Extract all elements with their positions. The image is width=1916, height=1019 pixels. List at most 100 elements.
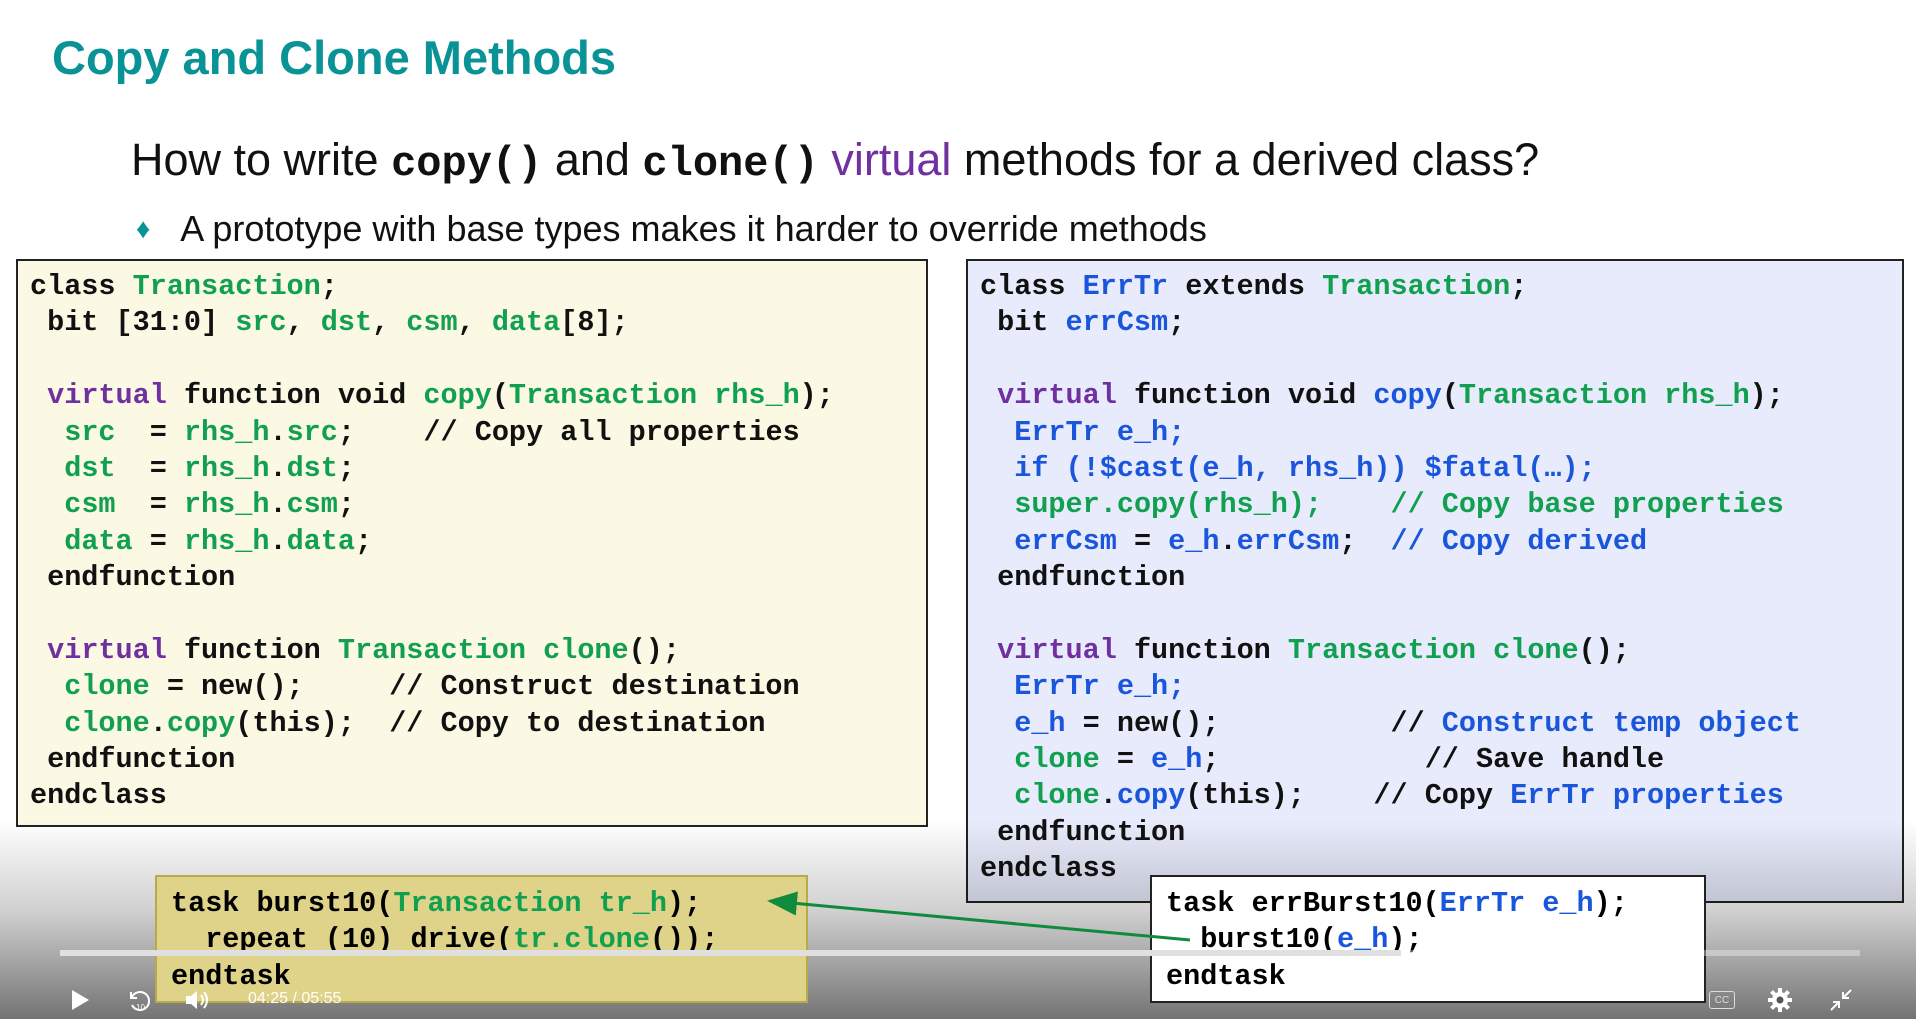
code-token: ErrTr e_h; xyxy=(1014,670,1186,704)
code-token: data xyxy=(286,524,355,558)
code-token: Transaction rhs_h xyxy=(1458,379,1750,413)
code-token: dst xyxy=(320,306,373,340)
collapse-icon xyxy=(1830,989,1852,1011)
code-token: src xyxy=(64,415,116,449)
question-virtual-keyword: virtual xyxy=(831,134,952,185)
transaction-class-code-box: class Transaction; bit [31:0] src, dst, … xyxy=(16,259,928,827)
code-line: errCsm = e_h.errCsm; // Copy derived xyxy=(980,524,1890,560)
code-token: endclass xyxy=(30,779,167,813)
current-time: 04:25 xyxy=(248,990,289,1007)
code-token: ; xyxy=(320,270,338,303)
code-token: function void xyxy=(1116,379,1374,413)
video-progress-bar[interactable] xyxy=(60,950,1860,956)
code-token: ; xyxy=(1510,270,1528,303)
code-token: Transaction tr_h xyxy=(393,887,667,920)
code-token: ; xyxy=(1339,524,1391,558)
code-token: errCsm xyxy=(1236,524,1340,558)
code-token: (); xyxy=(1578,633,1630,667)
code-token: ; xyxy=(1168,306,1186,340)
cc-icon: CC xyxy=(1714,995,1730,1006)
question-text-4: methods for a derived class? xyxy=(951,134,1540,185)
play-button[interactable] xyxy=(66,985,94,1015)
code-token: function void xyxy=(166,379,424,413)
time-separator: / xyxy=(292,990,297,1007)
code-token: ); xyxy=(1749,379,1784,413)
code-token: class xyxy=(980,270,1083,303)
closed-captions-button[interactable]: CC xyxy=(1709,991,1735,1009)
settings-button[interactable] xyxy=(1765,985,1795,1015)
code-line: endclass xyxy=(30,778,914,814)
code-token: . xyxy=(149,706,167,740)
duration: 05:55 xyxy=(301,990,342,1007)
volume-button[interactable] xyxy=(182,985,214,1015)
code-token: rhs_h xyxy=(183,524,270,558)
code-line: clone.copy(this); // Copy to destination xyxy=(30,706,914,742)
code-token: copy xyxy=(166,706,236,740)
code-token: . xyxy=(269,451,287,485)
bullet-point: ♦ A prototype with base types makes it ha… xyxy=(136,208,1207,250)
code-line: endtask xyxy=(1166,959,1690,995)
code-token: rhs_h xyxy=(183,488,270,522)
code-token: endtask xyxy=(1166,959,1286,993)
code-token: = xyxy=(1116,524,1169,558)
code-token: super.copy(rhs_h); xyxy=(1014,488,1323,522)
bullet-text: A prototype with base types makes it har… xyxy=(180,208,1207,249)
diamond-bullet-icon: ♦ xyxy=(136,213,151,244)
code-token: . xyxy=(1099,779,1117,813)
code-token: = xyxy=(115,415,184,449)
code-token: ); xyxy=(1593,887,1628,920)
burst10-task-code-box: task burst10(Transaction tr_h); repeat (… xyxy=(155,875,808,1003)
code-token: csm xyxy=(286,488,338,522)
exit-fullscreen-button[interactable] xyxy=(1826,985,1856,1015)
code-token: = new(); // xyxy=(1065,706,1442,740)
code-token: ); xyxy=(799,379,834,413)
rewind-10-button[interactable]: 10 xyxy=(124,985,154,1015)
code-token: ErrTr e_h xyxy=(1439,887,1594,920)
code-token: ; // Save handle xyxy=(1202,743,1665,777)
code-token: src xyxy=(286,415,338,449)
code-token: clone xyxy=(543,633,629,667)
errburst10-task-code-box: task errBurst10(ErrTr e_h); burst10(e_h)… xyxy=(1150,875,1706,1003)
code-token: e_h xyxy=(1168,524,1220,558)
code-token: ErrTr e_h; xyxy=(1014,415,1186,449)
svg-text:10: 10 xyxy=(136,1003,145,1012)
code-line: virtual function Transaction clone(); xyxy=(30,633,914,669)
code-token: ; xyxy=(337,488,355,522)
code-token: e_h xyxy=(1014,706,1066,740)
question-text-3 xyxy=(819,134,832,185)
code-line: if (!$cast(e_h, rhs_h)) $fatal(…); xyxy=(980,451,1890,487)
code-token: ( xyxy=(491,379,509,413)
question-text-2: and xyxy=(542,134,643,185)
code-token: , xyxy=(372,306,407,340)
code-token: copy xyxy=(423,379,492,413)
code-token: // Copy derived xyxy=(1390,524,1648,558)
code-token: copy xyxy=(1116,779,1186,813)
code-token: = xyxy=(1099,743,1152,777)
code-token: endfunction xyxy=(30,743,236,777)
code-line: e_h = new(); // Construct temp object xyxy=(980,706,1890,742)
code-token: copy xyxy=(1373,379,1442,413)
code-token: (); xyxy=(628,633,680,667)
gear-icon xyxy=(1768,988,1792,1012)
code-line: bit [31:0] src, dst, csm, data[8]; xyxy=(30,305,914,341)
code-token: = new(); // Construct destination xyxy=(149,670,800,704)
code-token: clone xyxy=(1493,633,1579,667)
code-line: class ErrTr extends Transaction; xyxy=(980,269,1890,305)
code-line: virtual function void copy(Transaction r… xyxy=(980,378,1890,414)
rewind-10-icon: 10 xyxy=(130,991,151,1012)
